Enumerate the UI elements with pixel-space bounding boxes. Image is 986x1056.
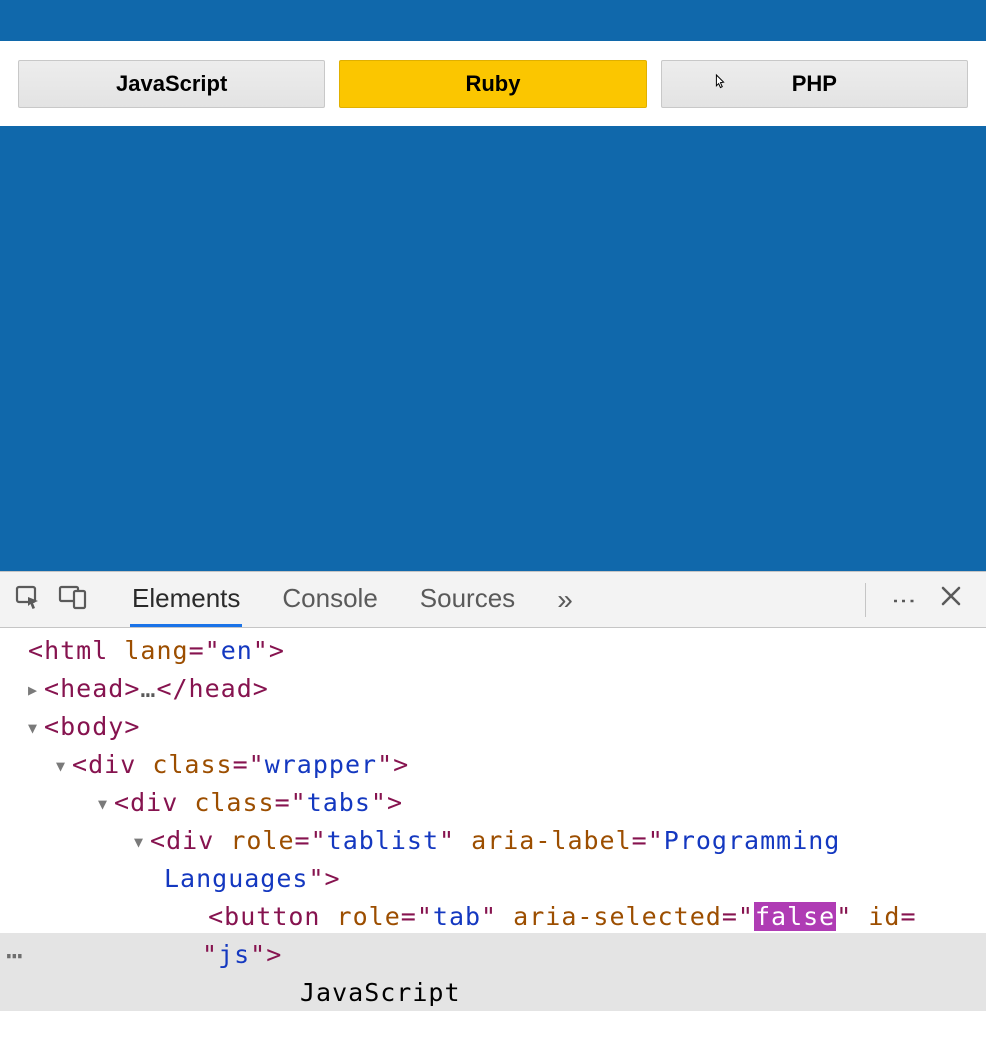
- dom-line-button-cont[interactable]: "js">: [0, 936, 986, 974]
- selected-row-ellipsis-icon: ⋯: [6, 935, 21, 978]
- page-preview: JavaScript Ruby PHP: [0, 0, 986, 571]
- tabs-container: JavaScript Ruby PHP: [0, 41, 986, 126]
- dom-line-tabs[interactable]: <div class="tabs">: [0, 784, 986, 822]
- dom-tree[interactable]: ⋯ <html lang="en"> <head>…</head> <body>…: [0, 628, 986, 1056]
- inspect-element-icon[interactable]: [14, 583, 42, 616]
- dom-line-button[interactable]: <button role="tab" aria-selected="false"…: [0, 898, 986, 936]
- pointer-cursor-icon: [710, 73, 730, 95]
- toolbar-divider: [865, 583, 866, 617]
- dom-line-wrapper[interactable]: <div class="wrapper">: [0, 746, 986, 784]
- tab-javascript[interactable]: JavaScript: [18, 60, 325, 108]
- devtools-toolbar: Elements Console Sources » ⋮: [0, 572, 986, 628]
- tabpanel-area: [0, 126, 986, 571]
- kebab-menu-icon[interactable]: ⋮: [898, 589, 908, 610]
- dom-line-button-text[interactable]: JavaScript: [0, 974, 986, 1012]
- devtools-panel: Elements Console Sources » ⋮ ⋯ <html lan…: [0, 571, 986, 1056]
- tab-php-label: PHP: [792, 71, 837, 97]
- dom-line-head[interactable]: <head>…</head>: [0, 670, 986, 708]
- devtools-toolbar-right: ⋮: [865, 583, 976, 617]
- page-top-strip: [0, 0, 986, 41]
- device-toggle-icon[interactable]: [58, 582, 88, 617]
- dom-line-html[interactable]: <html lang="en">: [0, 632, 986, 670]
- devtools-tabs-overflow-icon[interactable]: »: [557, 584, 573, 616]
- devtools-icon-group: [10, 582, 100, 617]
- devtools-tab-sources[interactable]: Sources: [418, 572, 517, 627]
- devtools-tabs: Elements Console Sources: [130, 572, 517, 627]
- dom-line-tablist[interactable]: <div role="tablist" aria-label="Programm…: [0, 822, 986, 860]
- dom-line-body[interactable]: <body>: [0, 708, 986, 746]
- devtools-tab-elements[interactable]: Elements: [130, 572, 242, 627]
- close-icon[interactable]: [940, 585, 962, 614]
- devtools-tab-console[interactable]: Console: [280, 572, 379, 627]
- tab-php[interactable]: PHP: [661, 60, 968, 108]
- tab-ruby[interactable]: Ruby: [339, 60, 646, 108]
- dom-line-tablist-cont[interactable]: Languages">: [0, 860, 986, 898]
